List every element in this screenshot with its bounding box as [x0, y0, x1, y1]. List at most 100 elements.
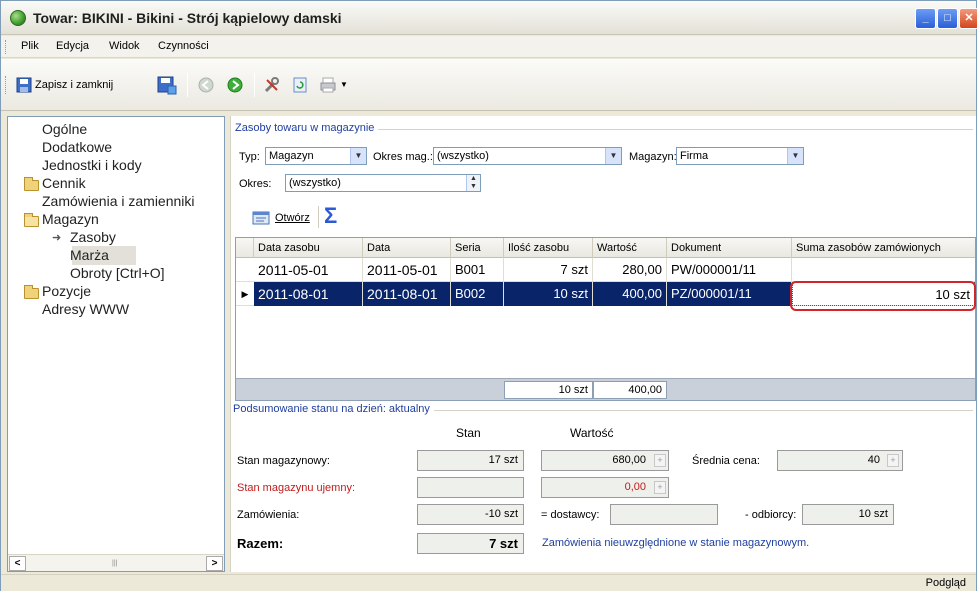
cell-data-zasobu[interactable]: 2011-05-01 [254, 258, 363, 282]
resources-group-title: Zasoby towaru w magazynie [235, 122, 379, 134]
print-dropdown-icon[interactable]: ▼ [340, 80, 348, 89]
tree-item-cennik[interactable]: Cennik [42, 175, 86, 191]
back-icon[interactable] [197, 76, 215, 94]
grid-header: Data zasobu Data Seria Ilość zasobu Wart… [236, 238, 975, 258]
column-header-ilosc[interactable]: Ilość zasobu [504, 238, 593, 258]
cell-ilosc[interactable]: 10 szt [504, 282, 593, 306]
tree-item-magazyn[interactable]: Magazyn [42, 211, 99, 227]
minimize-button[interactable]: _ [915, 8, 936, 29]
cell-data[interactable]: 2011-08-01 [363, 282, 451, 306]
tree-item-adresy[interactable]: Adresy WWW [42, 301, 129, 317]
menu-edycja[interactable]: Edycja [56, 40, 89, 52]
tree-item-zamowienia[interactable]: Zamówienia i zamienniki [42, 193, 195, 209]
warehouse-label: Magazyn: [629, 151, 677, 163]
avg-price-field: 40 [777, 450, 903, 471]
cell-dokument[interactable]: PW/000001/11 [667, 258, 792, 282]
period-label: Okres: [239, 178, 272, 190]
scroll-left-button[interactable]: < [9, 556, 26, 571]
tree-item-zasoby[interactable]: Zasoby [70, 229, 116, 245]
open-icon [252, 211, 270, 225]
chevron-down-icon: ▼ [787, 148, 803, 164]
warehouse-select[interactable]: Firma ▼ [676, 147, 804, 165]
cell-data-zasobu[interactable]: 2011-08-01 [254, 282, 363, 306]
type-label: Typ: [239, 151, 260, 163]
plus-icon[interactable]: + [654, 481, 666, 494]
column-header-dokument[interactable]: Dokument [667, 238, 792, 258]
tree-item-obroty[interactable]: Obroty [Ctrl+O] [70, 265, 165, 281]
stock-qty-field: 17 szt [417, 450, 524, 471]
arrow-right-icon: ➜ [52, 232, 62, 244]
cell-seria[interactable]: B001 [451, 258, 504, 282]
column-header-data-zasobu[interactable]: Data zasobu [254, 238, 363, 258]
customers-label: - odbiorcy: [745, 509, 797, 521]
table-row-selected[interactable]: ▶ 2011-08-01 2011-08-01 B002 10 szt 400,… [236, 282, 975, 306]
current-row-icon: ▶ [241, 289, 249, 299]
table-row[interactable]: 2011-05-01 2011-05-01 B001 7 szt 280,00 … [236, 258, 975, 282]
print-icon[interactable] [319, 76, 337, 94]
plus-icon[interactable]: + [887, 454, 899, 467]
cell-ilosc[interactable]: 7 szt [504, 258, 593, 282]
maximize-button[interactable]: □ [937, 8, 958, 29]
tree-item-dodatkowe[interactable]: Dodatkowe [42, 139, 112, 155]
stock-value-field: 680,00 [541, 450, 669, 471]
column-header-data[interactable]: Data [363, 238, 451, 258]
tools-icon[interactable] [263, 76, 281, 94]
stock-label: Stan magazynowy: [237, 455, 330, 467]
spinner-icon[interactable]: ▲ ▼ [466, 175, 480, 191]
column-header-suma-zasobow[interactable]: Suma zasobów zamówionych [792, 238, 975, 258]
orders-qty-field: -10 szt [417, 504, 524, 525]
menu-widok[interactable]: Widok [109, 40, 140, 52]
footer-sum-value: 400,00 [593, 381, 667, 399]
horizontal-scrollbar[interactable]: < ||| > [8, 554, 224, 571]
cell-suma-zasobow-focused[interactable]: 10 szt [792, 282, 975, 306]
scroll-right-button[interactable]: > [206, 556, 223, 571]
column-header-seria[interactable]: Seria [451, 238, 504, 258]
toolbar: Zapisz i zamknij ▼ [1, 59, 976, 111]
cell-suma-zasobow[interactable] [792, 258, 975, 282]
cell-wartosc[interactable]: 280,00 [593, 258, 667, 282]
scroll-thumb-grip-icon[interactable]: ||| [112, 560, 117, 567]
sum-icon[interactable]: Σ [324, 203, 337, 229]
navigation-tree: Ogólne Dodatkowe Jednostki i kody Cennik… [7, 116, 225, 572]
cell-dokument[interactable]: PZ/000001/11 [667, 282, 792, 306]
chevron-down-icon: ▼ [350, 148, 366, 164]
tree-item-pozycje[interactable]: Pozycje [42, 283, 91, 299]
toolbar-grip-icon [5, 76, 8, 94]
period-mag-label: Okres mag.: [373, 151, 433, 163]
cell-data[interactable]: 2011-05-01 [363, 258, 451, 282]
plus-icon[interactable]: + [654, 454, 666, 467]
cell-wartosc[interactable]: 400,00 [593, 282, 667, 306]
suppliers-field [610, 504, 718, 525]
column-header-wartosc[interactable]: Wartość [593, 238, 667, 258]
period-mag-select[interactable]: (wszystko) ▼ [433, 147, 622, 165]
save-icon[interactable] [156, 74, 178, 96]
save-close-button[interactable]: Zapisz i zamknij [35, 79, 113, 91]
negative-qty-field [417, 477, 524, 498]
grid-footer: 10 szt 400,00 [236, 378, 975, 400]
title-bar[interactable]: Towar: BIKINI - Bikini - Strój kąpielowy… [1, 1, 977, 35]
tree-item-marza[interactable]: Marża [70, 247, 109, 263]
menu-plik[interactable]: Plik [21, 40, 39, 52]
column-label-stan: Stan [456, 426, 481, 440]
menu-czynnosci[interactable]: Czynności [158, 40, 209, 52]
total-qty-field: 7 szt [417, 533, 524, 554]
tree-item-jednostki[interactable]: Jednostki i kody [42, 157, 142, 173]
negative-value-field: 0,00 [541, 477, 669, 498]
type-select[interactable]: Magazyn ▼ [265, 147, 367, 165]
forward-icon[interactable] [226, 76, 244, 94]
cell-seria[interactable]: B002 [451, 282, 504, 306]
window-title: Towar: BIKINI - Bikini - Strój kąpielowy… [33, 10, 342, 26]
status-bar: Podgląd [1, 574, 976, 591]
total-label: Razem: [237, 536, 284, 551]
tree-item-ogolne[interactable]: Ogólne [42, 121, 87, 137]
open-button[interactable]: Otwórz [275, 212, 310, 224]
chevron-down-icon: ▼ [605, 148, 621, 164]
period-field[interactable]: (wszystko) ▲ ▼ [285, 174, 481, 192]
refresh-icon[interactable] [291, 76, 309, 94]
summary-group-title: Podsumowanie stanu na dzień: aktualny [233, 403, 434, 415]
toolbar-separator [187, 73, 188, 97]
close-button[interactable]: ✕ [959, 8, 977, 29]
row-indicator [236, 258, 254, 282]
folder-icon [24, 285, 39, 299]
folder-icon [24, 177, 39, 191]
